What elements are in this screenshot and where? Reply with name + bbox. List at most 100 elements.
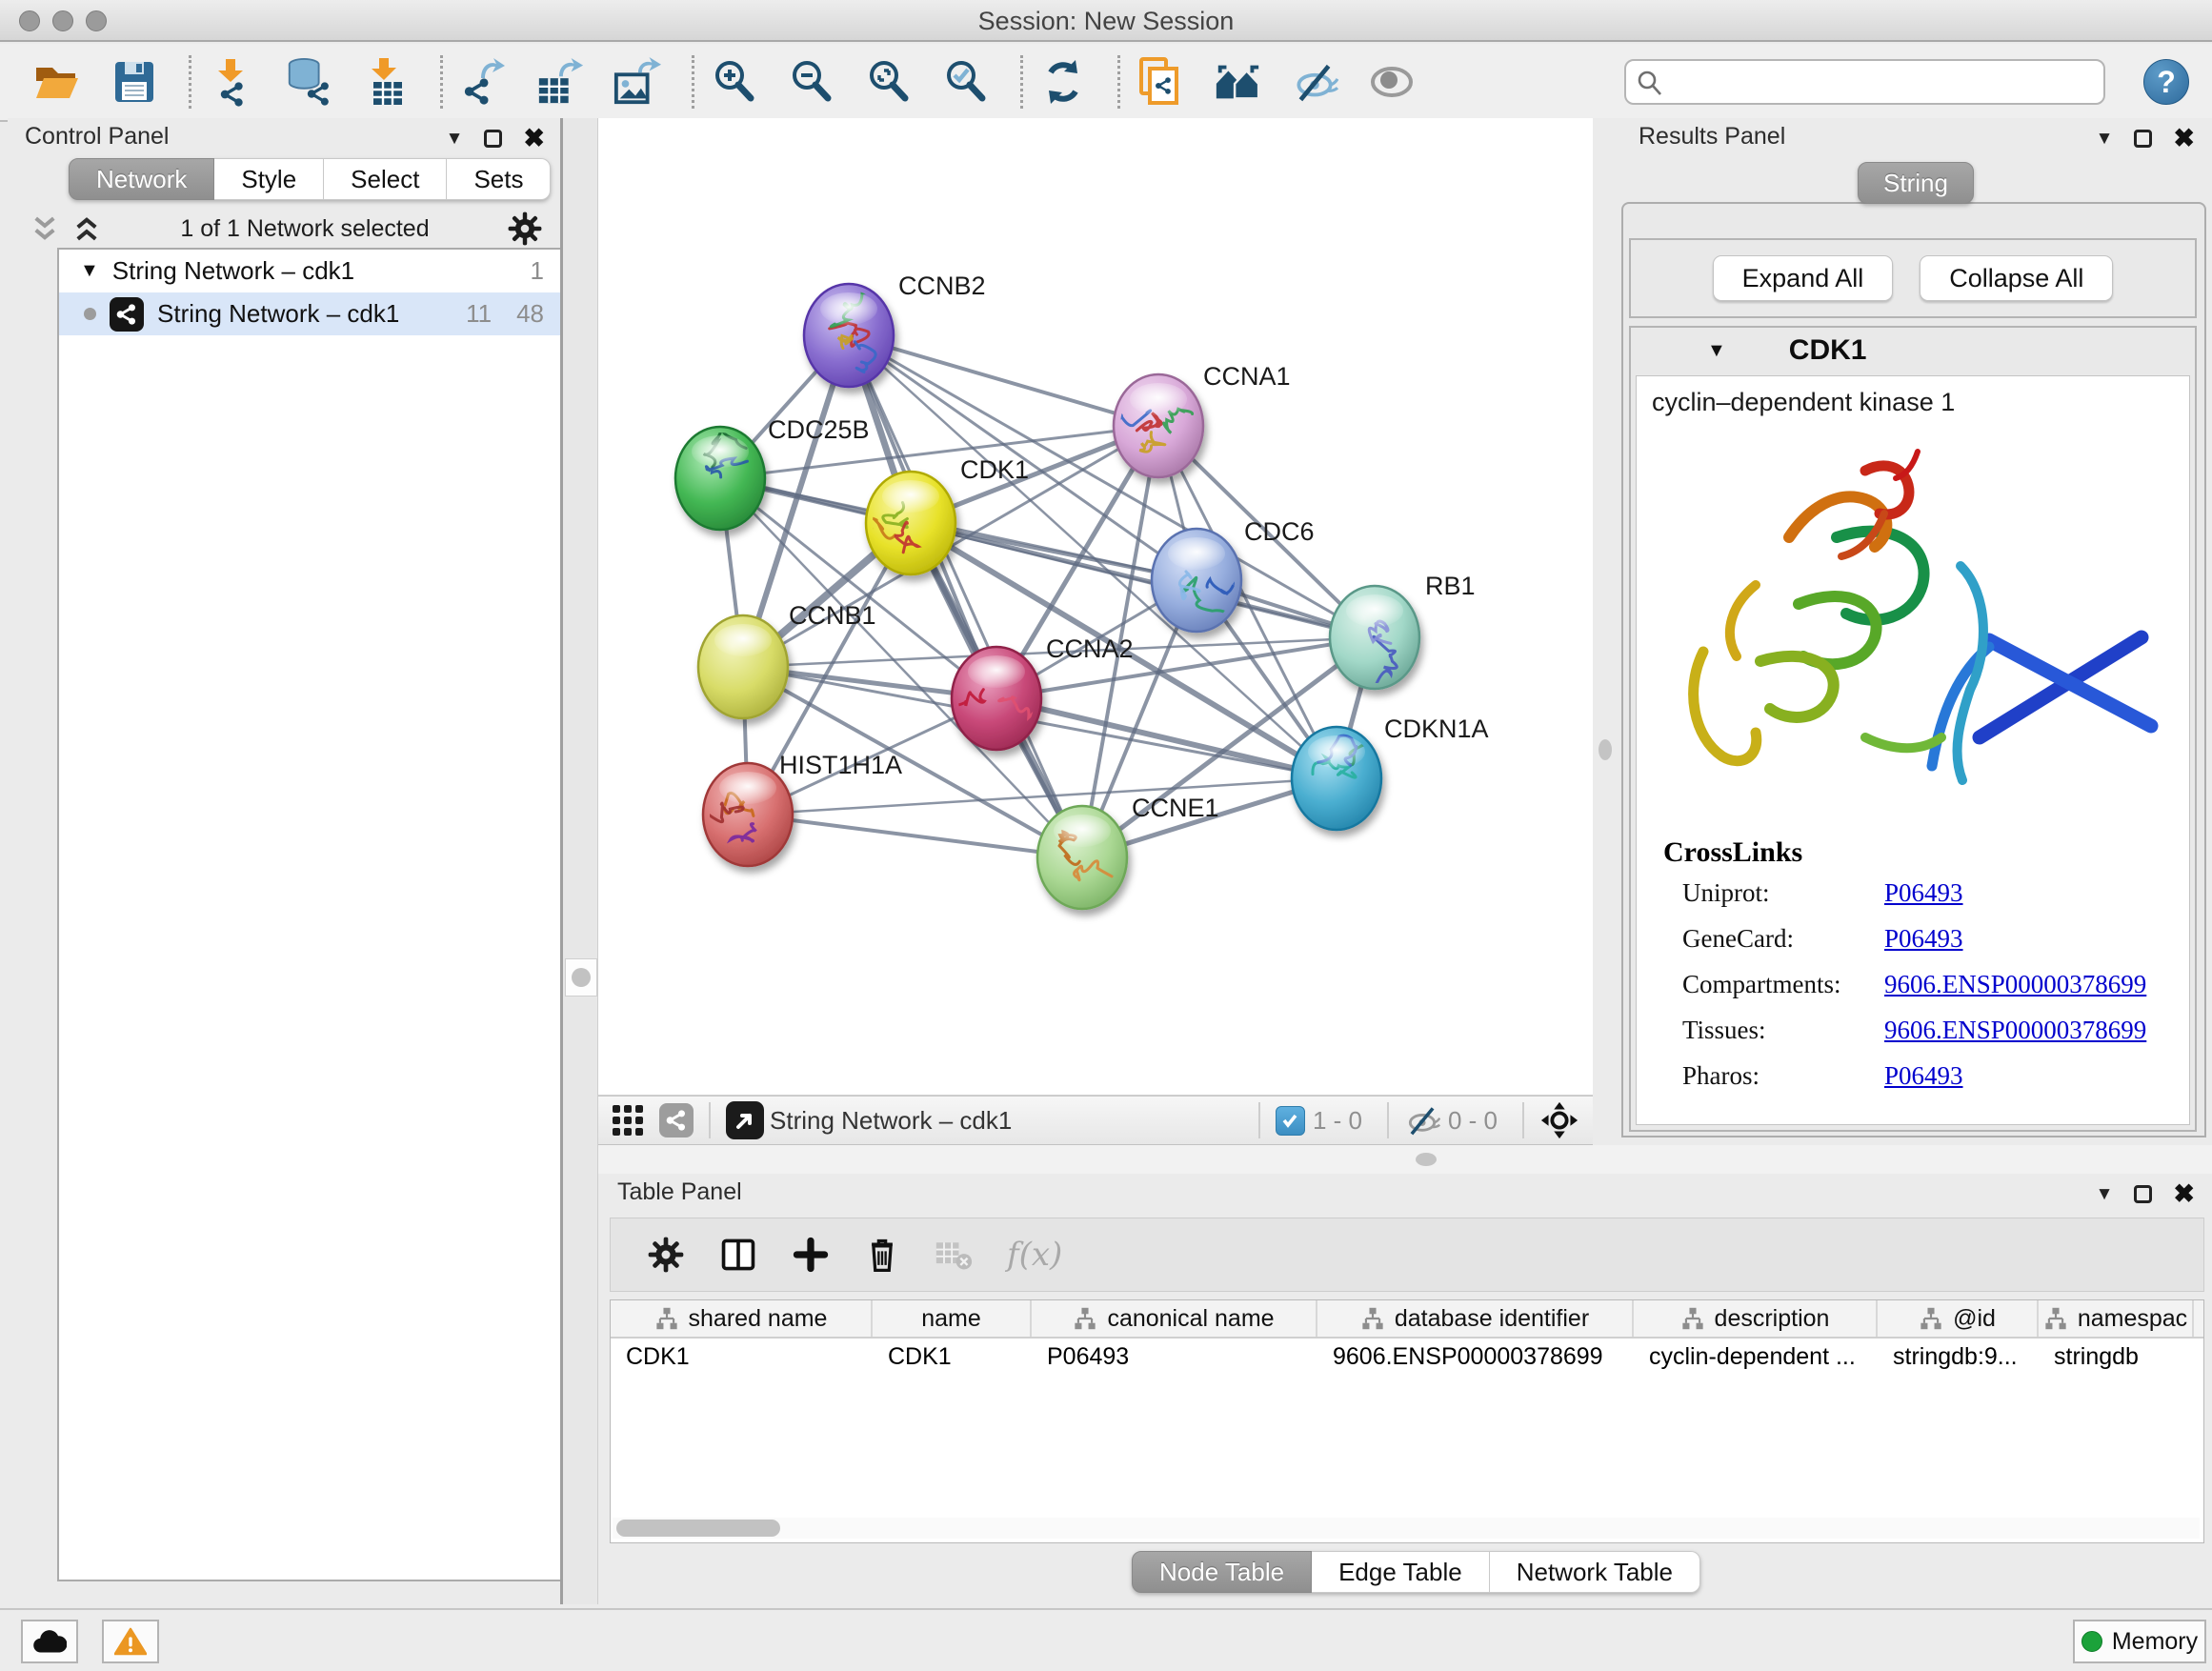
- import-table-icon[interactable]: [361, 57, 411, 107]
- table-options-gear-icon[interactable]: [647, 1236, 685, 1274]
- grid-view-icon[interactable]: [612, 1104, 644, 1137]
- zoom-fit-icon[interactable]: [864, 57, 914, 107]
- detach-view-icon[interactable]: [726, 1101, 764, 1139]
- export-table-icon[interactable]: [535, 57, 585, 107]
- tab-network[interactable]: Network: [69, 158, 214, 200]
- add-column-icon[interactable]: [792, 1236, 830, 1274]
- hide-eye-slash-icon[interactable]: [1290, 57, 1339, 107]
- control-panel-menu-icon[interactable]: ▼: [446, 130, 464, 148]
- tab-node-table[interactable]: Node Table: [1132, 1551, 1312, 1593]
- memory-button[interactable]: Memory: [2073, 1620, 2206, 1663]
- column-header-description[interactable]: description: [1634, 1300, 1878, 1337]
- warnings-button[interactable]: [102, 1620, 159, 1663]
- protein-expander-icon[interactable]: ▼: [1707, 340, 1726, 362]
- toolbar-separator: [1117, 55, 1120, 109]
- table-row[interactable]: CDK1CDK1P064939606.ENSP00000378699cyclin…: [611, 1339, 2203, 1375]
- scrollbar-thumb[interactable]: [616, 1520, 780, 1537]
- network-row[interactable]: String Network – cdk1 11 48: [59, 292, 563, 335]
- network-options-gear-icon[interactable]: [507, 211, 543, 247]
- tab-string[interactable]: String: [1858, 162, 1974, 204]
- network-collection-row[interactable]: ▼ String Network – cdk1 1: [59, 250, 563, 292]
- control-panel-float-icon[interactable]: [484, 130, 502, 148]
- open-session-button[interactable]: [32, 57, 82, 107]
- home-networks-icon[interactable]: [1213, 57, 1262, 107]
- tab-select[interactable]: Select: [324, 158, 447, 200]
- expand-all-button[interactable]: Expand All: [1713, 255, 1894, 301]
- vertical-splitter-left[interactable]: [560, 118, 598, 1604]
- table-cell: stringdb:9...: [1878, 1343, 2039, 1371]
- show-eye-icon[interactable]: [1367, 57, 1417, 107]
- network-edge[interactable]: [748, 815, 1082, 857]
- network-node-CCNB2[interactable]: CCNB2: [804, 272, 986, 387]
- export-network-icon[interactable]: [458, 57, 508, 107]
- network-node-RB1[interactable]: RB1: [1330, 572, 1476, 689]
- import-network-icon[interactable]: [207, 57, 256, 107]
- splitter-handle[interactable]: [1599, 739, 1612, 760]
- copy-publication-icon[interactable]: [1136, 57, 1185, 107]
- results-panel-float-icon[interactable]: [2134, 130, 2152, 148]
- results-panel-tabs: String: [1858, 162, 1974, 204]
- birdseye-crosshair-icon[interactable]: [1539, 1100, 1579, 1140]
- network-edge[interactable]: [996, 698, 1337, 778]
- horizontal-splitter[interactable]: [598, 1145, 2212, 1174]
- collapse-all-chevrons-icon[interactable]: [29, 212, 61, 245]
- tab-style[interactable]: Style: [214, 158, 324, 200]
- selected-checkbox-icon[interactable]: [1276, 1106, 1305, 1136]
- expand-all-chevrons-icon[interactable]: [70, 212, 103, 245]
- crosslink-link[interactable]: P06493: [1884, 924, 1963, 954]
- refresh-icon[interactable]: [1038, 57, 1088, 107]
- splitter-knob[interactable]: [565, 958, 597, 997]
- zoom-in-icon[interactable]: [710, 57, 759, 107]
- column-header--id[interactable]: @id: [1878, 1300, 2039, 1337]
- column-header-name[interactable]: name: [873, 1300, 1032, 1337]
- network-node-CCNB1[interactable]: CCNB1: [698, 601, 876, 718]
- tab-edge-table[interactable]: Edge Table: [1312, 1551, 1490, 1593]
- protein-section-header[interactable]: ▼ CDK1: [1631, 328, 2195, 373]
- tab-sets[interactable]: Sets: [447, 158, 551, 200]
- splitter-handle[interactable]: [1416, 1153, 1437, 1166]
- delete-table-icon[interactable]: [935, 1238, 973, 1271]
- tab-network-table[interactable]: Network Table: [1490, 1551, 1700, 1593]
- crosslink-link[interactable]: 9606.ENSP00000378699: [1884, 970, 2146, 999]
- zoom-selected-icon[interactable]: [941, 57, 991, 107]
- help-button[interactable]: ?: [2143, 59, 2189, 105]
- network-node-CCNA1[interactable]: CCNA1: [1094, 362, 1291, 477]
- delete-column-icon[interactable]: [864, 1236, 900, 1274]
- column-header-canonical-name[interactable]: canonical name: [1032, 1300, 1317, 1337]
- network-view-toolbar: String Network – cdk1 1 - 0 0 - 0: [598, 1096, 1593, 1145]
- vertical-splitter-right[interactable]: [1593, 118, 1618, 1145]
- table-panel-close-icon[interactable]: ✖: [2173, 1181, 2195, 1207]
- column-type-icon: [1680, 1306, 1705, 1331]
- column-header-shared-name[interactable]: shared name: [611, 1300, 873, 1337]
- results-panel-menu-icon[interactable]: ▼: [2096, 130, 2114, 148]
- show-columns-icon[interactable]: [719, 1236, 757, 1274]
- network-share-view-icon[interactable]: [659, 1103, 694, 1137]
- horizontal-scrollbar[interactable]: [613, 1518, 2200, 1539]
- table-panel-float-icon[interactable]: [2134, 1185, 2152, 1203]
- crosslink-link[interactable]: P06493: [1884, 878, 1963, 908]
- network-node-CCNE1[interactable]: CCNE1: [1037, 794, 1219, 909]
- save-session-button[interactable]: [110, 57, 159, 107]
- column-label: canonical name: [1107, 1305, 1274, 1333]
- column-header-namespac[interactable]: namespac: [2039, 1300, 2194, 1337]
- protein-name: CDK1: [1789, 334, 1867, 367]
- collection-expander-icon[interactable]: ▼: [80, 260, 99, 282]
- collapse-all-button[interactable]: Collapse All: [1920, 255, 2113, 301]
- results-panel-close-icon[interactable]: ✖: [2173, 126, 2195, 151]
- cloud-button[interactable]: [21, 1620, 78, 1663]
- network-node-HIST1H1A[interactable]: HIST1H1A: [699, 751, 902, 866]
- zoom-out-icon[interactable]: [787, 57, 836, 107]
- crosslink-link[interactable]: 9606.ENSP00000378699: [1884, 1016, 2146, 1045]
- network-node-CDKN1A[interactable]: CDKN1A: [1292, 715, 1489, 830]
- network-edge[interactable]: [849, 335, 1158, 426]
- search-input[interactable]: [1624, 59, 2105, 105]
- column-header-database-identifier[interactable]: database identifier: [1317, 1300, 1634, 1337]
- export-image-icon[interactable]: [613, 57, 662, 107]
- function-builder-icon[interactable]: f(x): [1007, 1236, 1062, 1274]
- import-network-from-database-icon[interactable]: [284, 57, 333, 107]
- control-panel-close-icon[interactable]: ✖: [523, 126, 545, 151]
- table-panel-menu-icon[interactable]: ▼: [2096, 1185, 2114, 1203]
- crosslink-link[interactable]: P06493: [1884, 1061, 1963, 1091]
- network-canvas[interactable]: CCNB2CCNA1CDC25BCDK1CDC6RB1CCNB1CCNA2CDK…: [598, 118, 1593, 1096]
- hidden-eye-slash-icon[interactable]: [1404, 1102, 1440, 1138]
